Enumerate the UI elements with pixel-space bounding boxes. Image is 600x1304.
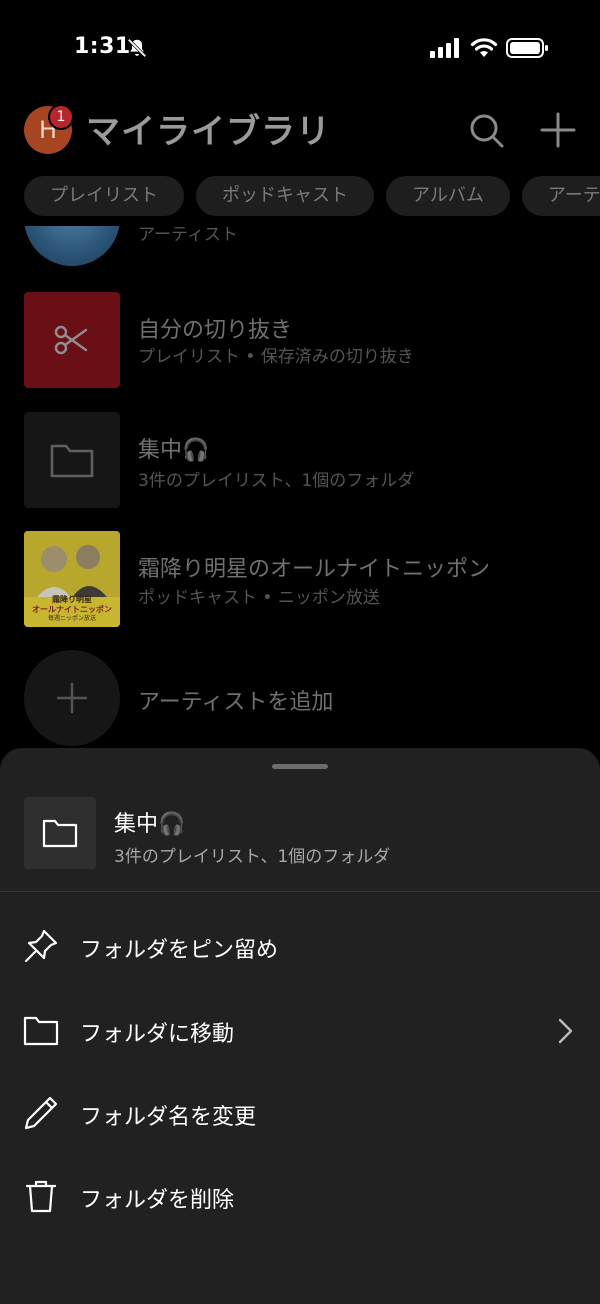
clips-thumbnail [24, 292, 120, 388]
list-item-subtitle: ポッドキャスト • ニッポン放送 [138, 588, 380, 608]
podcast-art-caption: 毎週ニッポン放送 [47, 615, 96, 622]
folder-options-sheet: 集中🎧 3件のプレイリスト、1個のフォルダ フォルダをピン留め フォルダに移動 … [0, 748, 600, 1304]
scissors-icon [54, 325, 88, 355]
sheet-title: 集中🎧 [114, 812, 186, 837]
list-item-title: 霜降り明星のオールナイトニッポン [138, 557, 491, 582]
pencil-icon [24, 1096, 58, 1130]
chip-artists[interactable]: アーテ [521, 176, 600, 216]
menu-label: フォルダを削除 [80, 1188, 235, 1213]
menu-pin-folder[interactable]: フォルダをピン留め [0, 908, 600, 984]
sheet-subtitle: 3件のプレイリスト、1個のフォルダ [114, 847, 391, 867]
list-item-subtitle: プレイリスト • 保存済みの切り抜き [138, 347, 414, 367]
cellular-signal-icon [430, 38, 459, 58]
menu-label: フォルダ名を変更 [80, 1105, 257, 1130]
library-header: H 1 マイライブラリ [0, 96, 600, 164]
library-list: アーティスト 自分の切り抜き プレイリスト • 保存済みの切り抜き 集中🎧 3件… [0, 226, 600, 756]
add-artist-item[interactable]: アーティストを追加 [24, 650, 584, 746]
chip-playlists[interactable]: プレイリスト [24, 176, 184, 216]
artist-avatar [24, 226, 120, 266]
bell-muted-icon [127, 38, 147, 58]
menu-rename-folder[interactable]: フォルダ名を変更 [0, 1075, 600, 1151]
list-item-title: 自分の切り抜き [138, 318, 293, 343]
podcast-artwork: 霜降り明星 オールナイトニッポン 毎週ニッポン放送 [24, 531, 120, 627]
page-title: マイライブラリ [86, 112, 331, 152]
chevron-right-icon [558, 1018, 573, 1044]
add-icon[interactable] [538, 110, 578, 150]
menu-label: フォルダをピン留め [80, 938, 279, 963]
list-item-title: 集中🎧 [138, 438, 210, 463]
status-bar: 1:31 [0, 0, 600, 96]
plus-icon [56, 682, 88, 714]
filter-chips: プレイリスト ポッドキャスト アルバム アーテ [24, 176, 600, 216]
wifi-icon [470, 38, 498, 57]
search-icon[interactable] [466, 110, 506, 150]
menu-label: フォルダに移動 [80, 1022, 235, 1047]
list-item-clips[interactable]: 自分の切り抜き プレイリスト • 保存済みの切り抜き [24, 292, 584, 388]
list-item-podcast[interactable]: 霜降り明星 オールナイトニッポン 毎週ニッポン放送 霜降り明星のオールナイトニッ… [24, 531, 584, 627]
chip-podcasts[interactable]: ポッドキャスト [196, 176, 374, 216]
folder-thumbnail [24, 412, 120, 508]
sheet-divider [0, 891, 600, 892]
list-item-folder[interactable]: 集中🎧 3件のプレイリスト、1個のフォルダ [24, 412, 584, 508]
folder-icon [23, 1016, 59, 1046]
folder-icon [50, 444, 94, 478]
add-artist-label: アーティストを追加 [138, 690, 334, 715]
add-artist-circle [24, 650, 120, 746]
pin-icon [24, 929, 58, 963]
menu-delete-folder[interactable]: フォルダを削除 [0, 1158, 600, 1234]
podcast-art-subtitle: オールナイトニッポン [32, 605, 112, 614]
status-time: 1:31 [74, 34, 131, 59]
list-item-subtitle: アーティスト [138, 226, 238, 245]
sheet-drag-handle[interactable] [272, 764, 328, 769]
menu-move-to-folder[interactable]: フォルダに移動 [0, 992, 600, 1068]
folder-icon [42, 819, 78, 848]
list-item-subtitle: 3件のプレイリスト、1個のフォルダ [138, 471, 415, 491]
notification-badge: 1 [48, 104, 74, 130]
battery-icon [506, 38, 548, 58]
podcast-art-title: 霜降り明星 [52, 595, 92, 604]
chip-albums[interactable]: アルバム [386, 176, 510, 216]
trash-icon [25, 1180, 57, 1213]
sheet-folder-thumbnail [24, 797, 96, 869]
